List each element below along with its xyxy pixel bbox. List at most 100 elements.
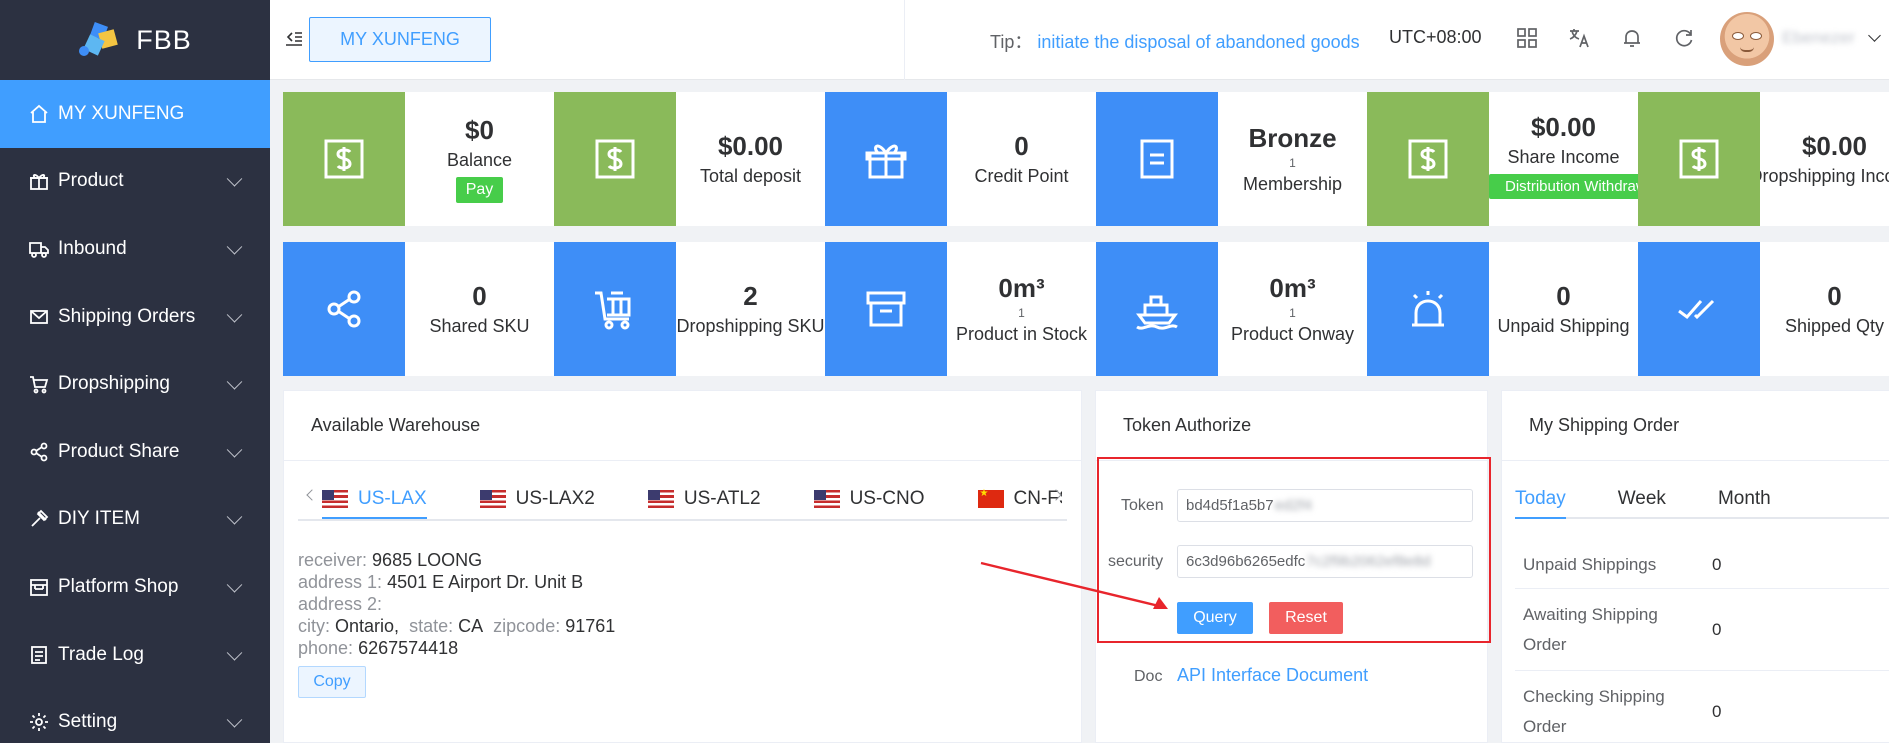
stat-value: $0 — [465, 115, 494, 145]
stat-label: Total deposit — [699, 166, 802, 186]
tip-link[interactable]: initiate the disposal of abandoned goods — [1037, 32, 1359, 52]
chevron-down-icon — [226, 441, 243, 458]
tab-today[interactable]: Today — [1515, 481, 1566, 519]
stat-dropshipping-income: $0.00 Dropshipping Income — [1638, 92, 1889, 226]
chevron-down-icon — [226, 171, 243, 187]
refresh-icon[interactable] — [1673, 27, 1695, 49]
stat-credit-point: 0 Credit Point — [825, 92, 1096, 226]
receiver-value: 9685 LOONG — [372, 550, 483, 570]
distribution-withdrawal-button[interactable]: Distribution Withdrawal — [1489, 174, 1638, 199]
username[interactable]: Ebenezer — [1782, 28, 1855, 48]
chevron-down-icon — [226, 239, 243, 255]
dollar-icon — [324, 139, 364, 179]
sidebar-item-label: Dropshipping — [58, 373, 170, 395]
tabs-underline — [298, 519, 1067, 521]
stat-label: Unpaid Shipping — [1497, 316, 1630, 336]
sidebar-item-trade-log[interactable]: Trade Log — [0, 621, 270, 689]
chevron-down-icon — [226, 576, 243, 593]
stat-value: $0.00 — [1530, 112, 1597, 142]
stat-value: Bronze — [1248, 123, 1337, 153]
translate-icon[interactable] — [1568, 27, 1590, 49]
list-item: Checking Shipping Order 0 — [1515, 671, 1889, 743]
annotation-arrow — [980, 561, 1168, 609]
chevron-down-icon — [226, 306, 243, 323]
shop-icon — [28, 576, 50, 598]
list-item: Unpaid Shippings 0 — [1515, 541, 1889, 589]
sidebar-item-shipping-orders[interactable]: Shipping Orders — [0, 283, 270, 351]
stat-label: Dropshipping Income — [1760, 166, 1889, 186]
tab-label: US-LAX — [358, 488, 427, 509]
list-item: Awaiting Shipping Order 0 — [1515, 589, 1889, 671]
sidebar-item-product[interactable]: Product — [0, 148, 270, 216]
document-icon — [28, 644, 50, 666]
sidebar-item-label: Product Share — [58, 440, 180, 462]
stat-value: 0m³ — [998, 273, 1045, 303]
stat-label: Membership — [1242, 174, 1343, 194]
logo-text: FBB — [136, 24, 192, 55]
sidebar-item-dropshipping[interactable]: Dropshipping — [0, 350, 270, 418]
avatar[interactable] — [1720, 12, 1774, 66]
stat-value: 0 — [472, 281, 487, 311]
cart-icon — [595, 291, 631, 330]
tab-us-lax[interactable]: US-LAX — [322, 481, 427, 519]
address1-label: address 1: — [298, 572, 383, 592]
row-label: Checking Shipping Order — [1523, 687, 1665, 736]
card-title: Available Warehouse — [284, 391, 1081, 461]
chevron-down-icon — [226, 509, 243, 525]
stat-label: Balance — [446, 150, 513, 170]
sidebar-item-label: Setting — [58, 711, 118, 733]
timezone-label[interactable]: UTC+08:00 — [1389, 27, 1482, 48]
sidebar-item-platform-shop[interactable]: Platform Shop — [0, 553, 270, 621]
tab-cn-fs[interactable]: CN-FS — [977, 481, 1062, 517]
pay-button[interactable]: Pay — [455, 177, 504, 203]
chevron-down-icon[interactable] — [1868, 29, 1881, 42]
stat-label: Shared SKU — [429, 316, 530, 336]
state-label: state: — [409, 616, 454, 636]
chevron-down-icon — [226, 644, 243, 661]
stat-shared-sku: 0 Shared SKU — [283, 242, 554, 376]
stat-membership: Bronze 1 Membership — [1096, 92, 1367, 226]
copy-button[interactable]: Copy — [298, 666, 366, 698]
tab-week[interactable]: Week — [1618, 481, 1666, 517]
tab-month[interactable]: Month — [1718, 481, 1771, 517]
tab-us-lax2[interactable]: US-LAX2 — [479, 481, 595, 517]
tip-label: Tip： — [990, 32, 1033, 52]
zip-label: zipcode: — [493, 616, 561, 636]
sidebar-item-setting[interactable]: Setting — [0, 688, 270, 743]
sidebar-item-inbound[interactable]: Inbound — [0, 215, 270, 283]
mail-icon — [28, 306, 50, 328]
stat-label: Shipped Qty — [1784, 316, 1885, 336]
doc-label: Doc — [1134, 668, 1163, 685]
gift-icon — [28, 170, 50, 192]
tip-banner: Tip： initiate the disposal of abandoned … — [990, 28, 1642, 54]
tab-my-xunfeng[interactable]: MY XUNFENG — [309, 17, 491, 62]
stat-product-in-stock: 0m³ 1 Product in Stock — [825, 242, 1096, 376]
bell-icon[interactable] — [1621, 27, 1643, 49]
stat-product-onway: 0m³ 1 Product Onway — [1096, 242, 1367, 376]
dollar-icon — [1679, 139, 1719, 179]
api-doc-link[interactable]: API Interface Document — [1177, 665, 1368, 686]
stat-sub: 1 — [1289, 306, 1296, 320]
sidebar-item-diy-item[interactable]: DIY ITEM — [0, 486, 270, 554]
tab-us-atl2[interactable]: US-ATL2 — [647, 481, 761, 517]
sidebar-item-label: MY XUNFENG — [58, 102, 185, 124]
sidebar-item-label: Inbound — [58, 237, 127, 259]
tab-us-cno[interactable]: US-CNO — [813, 481, 925, 517]
collapse-menu-icon[interactable] — [284, 28, 304, 48]
stat-value: 0m³ — [1269, 273, 1316, 303]
card-title: Token Authorize — [1096, 391, 1487, 461]
grid-icon[interactable] — [1516, 27, 1538, 49]
chevron-left-icon[interactable] — [306, 489, 318, 501]
receiver-label: receiver: — [298, 550, 368, 570]
stat-value: 0 — [1827, 281, 1842, 311]
my-shipping-order-card: My Shipping Order Today Week Month Unpai… — [1501, 390, 1889, 743]
logo[interactable]: FBB — [0, 0, 270, 80]
sidebar-item-my-xunfeng[interactable]: MY XUNFENG — [0, 80, 270, 148]
sidebar-item-product-share[interactable]: Product Share — [0, 418, 270, 486]
gift-icon — [865, 144, 907, 179]
warehouse-address: receiver: 9685 LOONG address 1: 4501 E A… — [298, 549, 615, 659]
stat-balance: $0 Balance Pay — [283, 92, 554, 226]
state-value: CA — [458, 616, 484, 636]
divider — [904, 0, 905, 80]
cart-icon — [28, 373, 50, 395]
